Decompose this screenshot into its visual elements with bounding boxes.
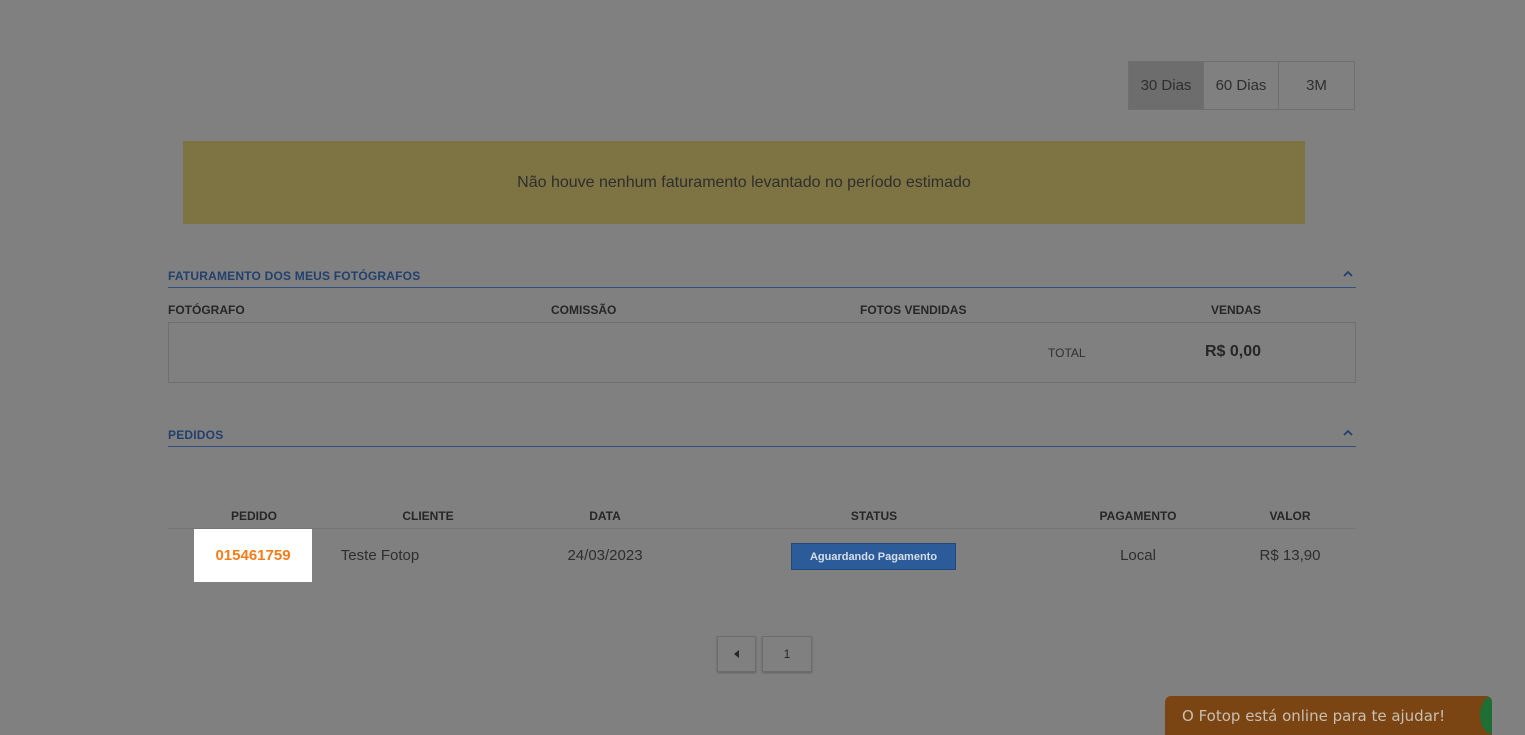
- period-3m-button[interactable]: 3M: [1279, 62, 1354, 109]
- column-header-valor: VALOR: [1269, 509, 1311, 523]
- online-indicator-icon: [1480, 696, 1492, 734]
- column-header-pedido: PEDIDO: [230, 509, 278, 523]
- order-id-link[interactable]: 015461759: [194, 529, 312, 582]
- total-label: TOTAL: [1048, 346, 1086, 360]
- orders-section-title: PEDIDOS: [168, 428, 224, 442]
- order-value: R$ 13,90: [1259, 547, 1321, 564]
- column-header-fotografo: FOTÓGRAFO: [168, 303, 245, 317]
- chat-widget[interactable]: O Fotop está online para te ajudar!: [1165, 696, 1492, 735]
- order-payment: Local: [1120, 547, 1156, 564]
- column-header-status: STATUS: [850, 509, 898, 523]
- column-header-cliente: CLIENTE: [402, 509, 454, 523]
- column-header-fotos-vendidas: FOTOS VENDIDAS: [860, 303, 967, 317]
- caret-left-icon: [733, 650, 739, 658]
- column-header-pagamento: PAGAMENTO: [1099, 509, 1177, 523]
- orders-section-header[interactable]: PEDIDOS: [168, 424, 1356, 447]
- column-header-data: DATA: [589, 509, 621, 523]
- pagination-page-1[interactable]: 1: [762, 636, 812, 672]
- alert-message: Não houve nenhum faturamento levantado n…: [517, 173, 971, 191]
- column-header-vendas: VENDAS: [1211, 303, 1262, 317]
- status-badge: Aguardando Pagamento: [791, 543, 956, 570]
- order-date: 24/03/2023: [567, 547, 643, 564]
- photographers-total-box: [168, 322, 1356, 383]
- order-client: Teste Fotop: [340, 547, 420, 564]
- photographers-section-title: FATURAMENTO DOS MEUS FOTÓGRAFOS: [168, 269, 421, 283]
- table-row: Teste Fotop 24/03/2023 Local R$ 13,90: [168, 529, 1356, 582]
- period-30-days-button[interactable]: 30 Dias: [1129, 62, 1204, 109]
- chat-widget-text: O Fotop está online para te ajudar!: [1182, 707, 1446, 725]
- period-60-days-button[interactable]: 60 Dias: [1204, 62, 1279, 109]
- chevron-up-icon[interactable]: [1342, 268, 1354, 280]
- no-revenue-alert: Não houve nenhum faturamento levantado n…: [183, 141, 1305, 224]
- total-value: R$ 0,00: [1205, 343, 1262, 360]
- chevron-up-icon[interactable]: [1342, 427, 1354, 439]
- orders-table-header: PEDIDO CLIENTE DATA STATUS PAGAMENTO VAL…: [168, 508, 1356, 529]
- column-header-comissao: COMISSÃO: [551, 303, 617, 317]
- photographers-section-header[interactable]: FATURAMENTO DOS MEUS FOTÓGRAFOS: [168, 265, 1356, 288]
- pagination-prev-button[interactable]: [717, 636, 756, 672]
- period-toggle: 30 Dias 60 Dias 3M: [1128, 61, 1355, 110]
